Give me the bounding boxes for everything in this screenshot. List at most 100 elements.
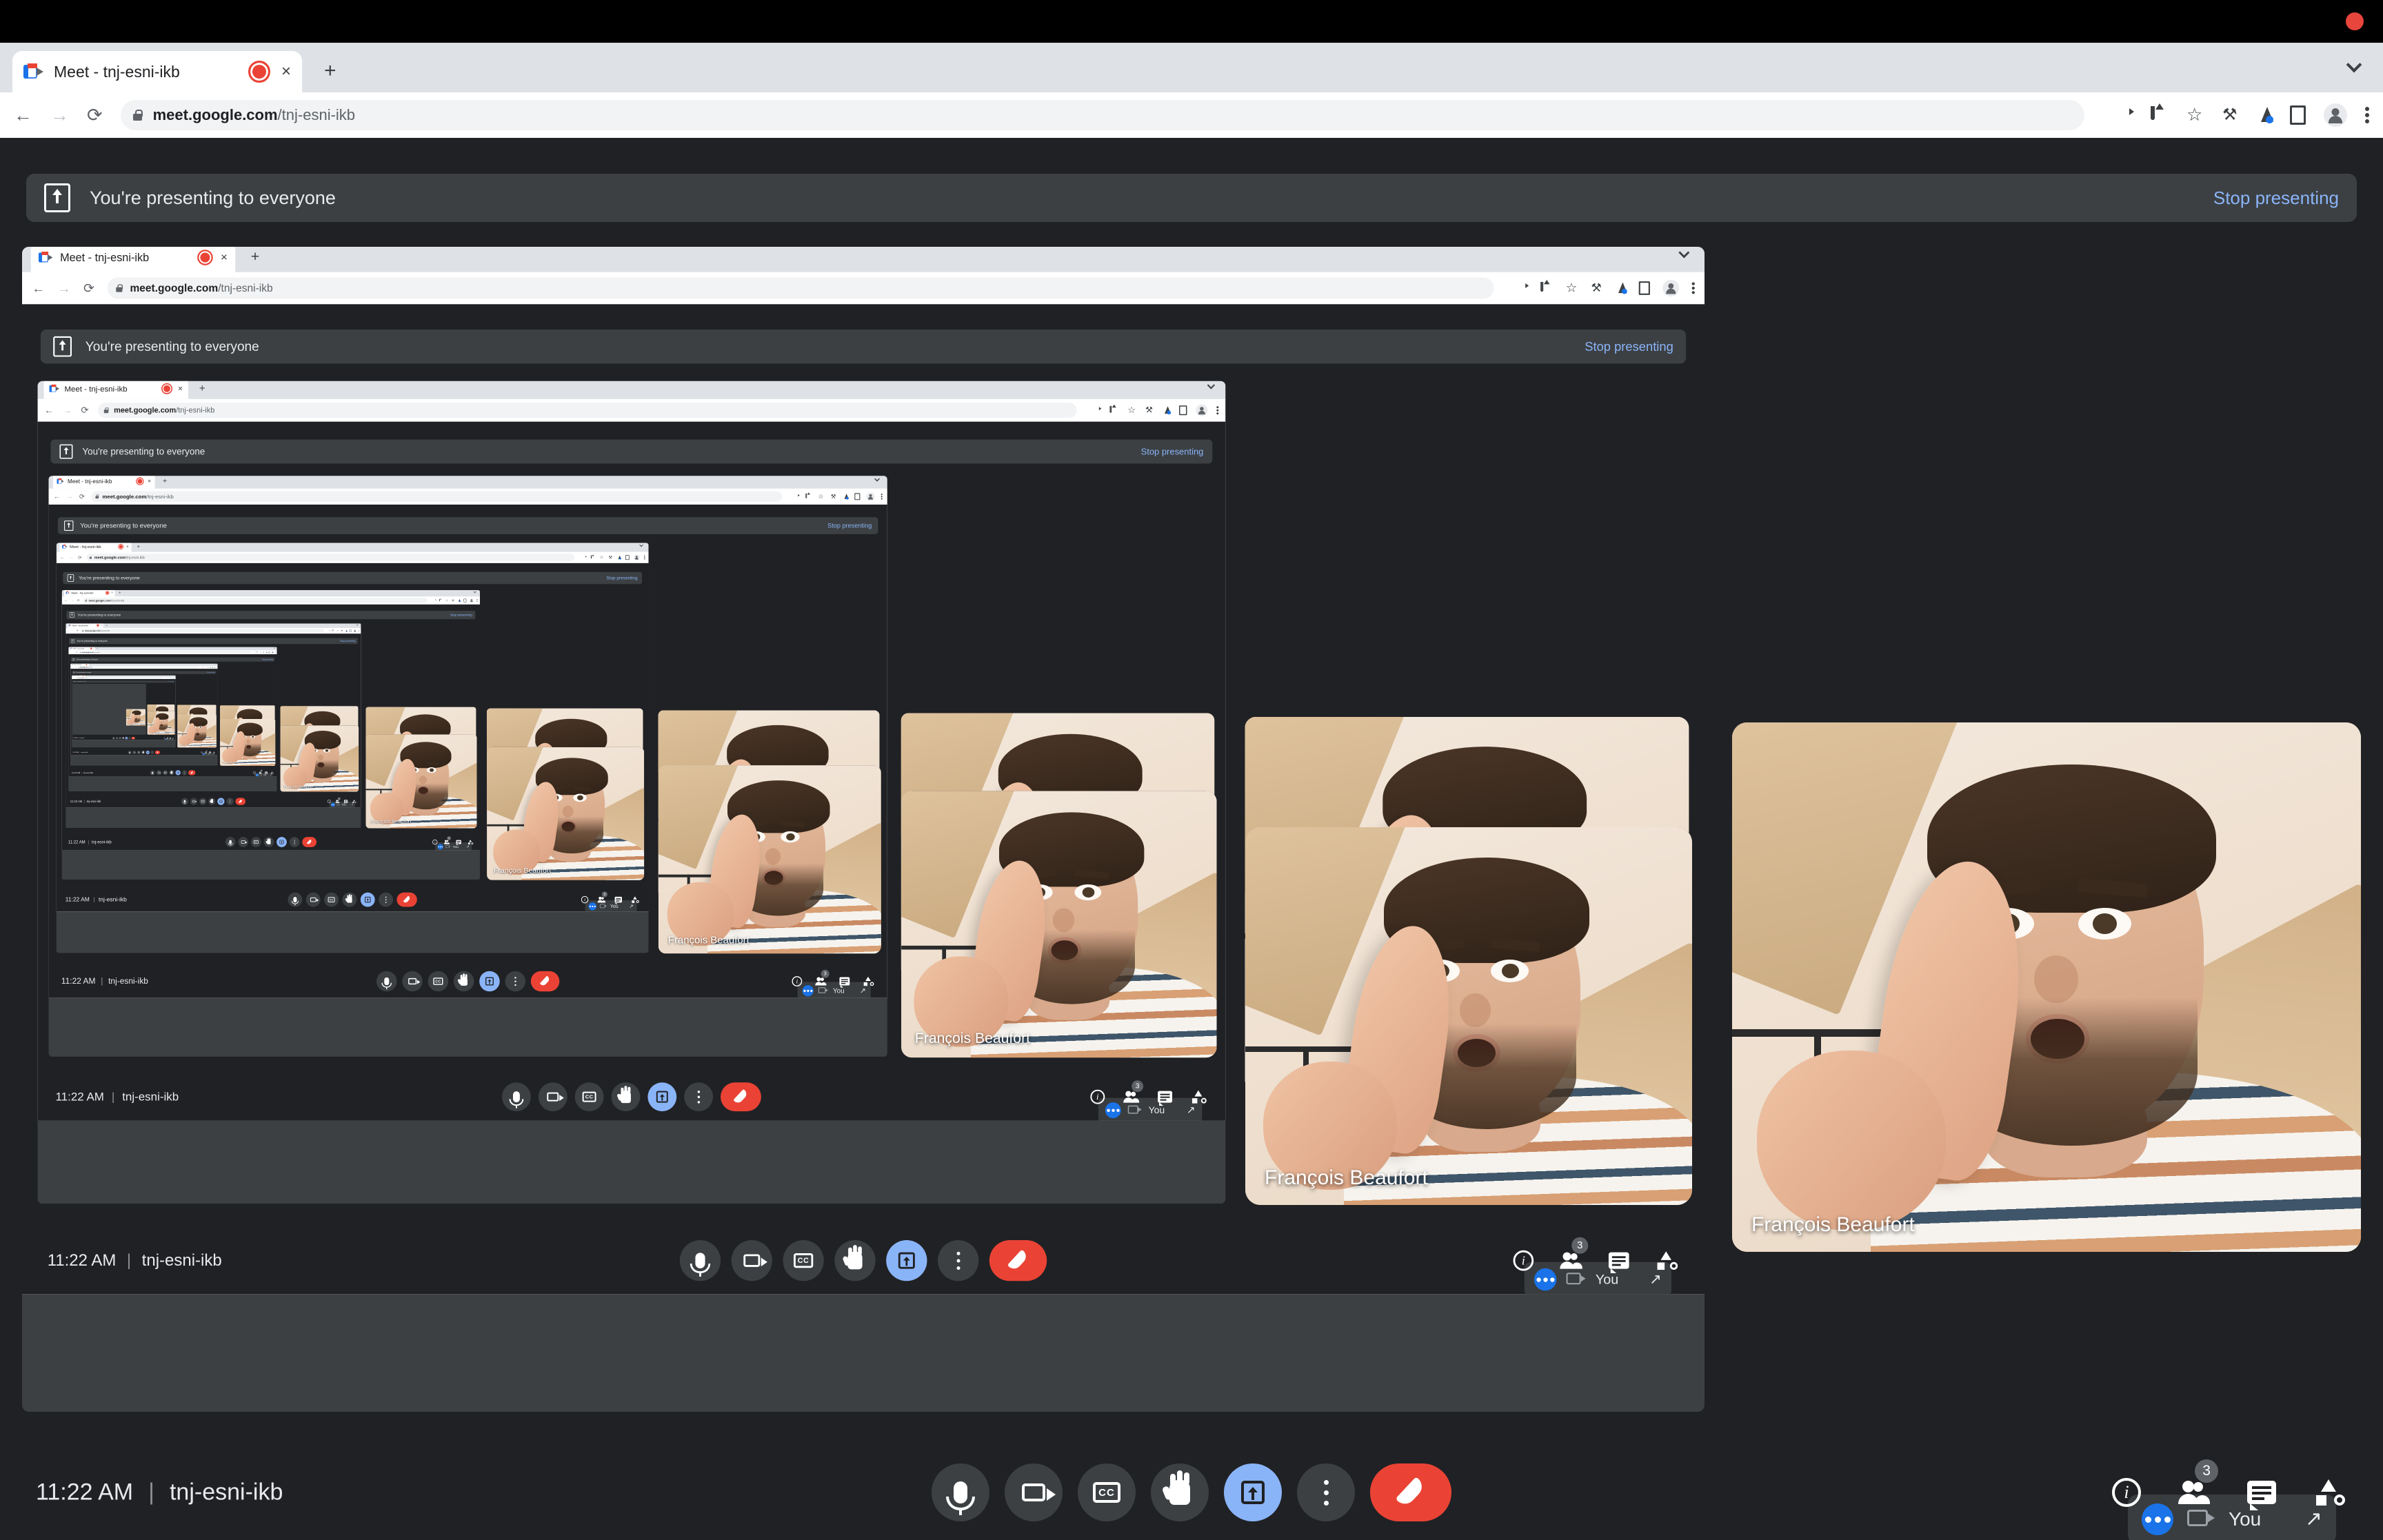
participant-tile[interactable]: François Beaufort (487, 747, 645, 880)
new-tab-button[interactable]: + (97, 647, 98, 649)
stop-presenting-button[interactable]: Stop presenting (168, 681, 174, 682)
back-button[interactable]: ← (45, 405, 54, 415)
side-panel-icon[interactable] (349, 629, 352, 632)
participant-tile[interactable]: François Beaufort (220, 719, 276, 766)
activities-button[interactable] (631, 895, 640, 904)
camera-button[interactable] (238, 837, 249, 847)
captions-button[interactable]: CC (783, 1239, 824, 1281)
back-button[interactable]: ← (54, 493, 61, 500)
chevron-down-icon[interactable] (874, 477, 881, 481)
profile-avatar-icon[interactable] (1662, 280, 1680, 297)
forward-button[interactable]: → (71, 599, 74, 602)
new-tab-button[interactable]: + (251, 250, 259, 264)
participants-button[interactable]: 3 (1558, 1237, 1589, 1273)
camera-button[interactable] (731, 1239, 772, 1281)
tab-recording-icon[interactable] (161, 383, 172, 394)
media-cast-icon[interactable] (328, 629, 330, 631)
browser-tab[interactable]: Meet - tnj-esni-ikb × (12, 51, 302, 92)
back-button[interactable]: ← (32, 281, 45, 294)
reload-button[interactable]: ⟳ (83, 281, 94, 294)
participants-button[interactable]: 3 (814, 969, 829, 987)
more-options-button[interactable] (150, 750, 154, 755)
camera-button[interactable] (1005, 1463, 1063, 1521)
present-now-button[interactable] (125, 736, 128, 740)
leave-call-button[interactable] (721, 1082, 761, 1112)
camera-button[interactable] (305, 892, 321, 907)
experiments-flask-icon[interactable] (266, 651, 268, 654)
raise-hand-button[interactable] (169, 770, 174, 776)
reload-button[interactable]: ⟳ (81, 405, 88, 415)
chrome-menu-icon[interactable] (2365, 106, 2369, 124)
leave-call-button[interactable] (235, 798, 246, 805)
participant-tile[interactable]: François Beaufort (1732, 722, 2361, 1252)
stop-presenting-button[interactable]: Stop presenting (450, 613, 472, 616)
captions-button[interactable]: CC (1078, 1463, 1136, 1521)
share-icon[interactable] (257, 651, 258, 653)
more-options-button[interactable] (505, 971, 526, 992)
meeting-details-button[interactable]: i (432, 839, 438, 845)
chevron-down-icon[interactable] (1679, 249, 1691, 256)
browser-tab[interactable]: Meet - tnj-esni-ikb × (63, 590, 115, 597)
microphone-button[interactable] (502, 1082, 531, 1112)
chevron-down-icon[interactable] (640, 544, 644, 547)
raise-hand-button[interactable] (141, 750, 145, 755)
more-options-button[interactable] (226, 798, 234, 805)
camera-button[interactable] (190, 798, 198, 805)
microphone-button[interactable] (128, 750, 132, 755)
tab-recording-icon[interactable] (90, 647, 92, 650)
participants-button[interactable]: 3 (205, 750, 208, 753)
bookmark-star-icon[interactable]: ☆ (818, 493, 824, 500)
chrome-menu-icon[interactable] (644, 555, 645, 560)
chrome-menu-icon[interactable] (275, 651, 276, 654)
extensions-puzzle-icon[interactable]: ⚒ (1145, 406, 1154, 415)
leave-call-button[interactable] (396, 892, 417, 907)
stop-presenting-button[interactable]: Stop presenting (1141, 446, 1204, 456)
new-tab-button[interactable]: + (90, 664, 91, 665)
stop-presenting-button[interactable]: Stop presenting (262, 658, 273, 660)
camera-button[interactable] (132, 750, 137, 755)
address-bar[interactable]: meet.google.com/tnj-esni-ikb (79, 651, 251, 654)
chrome-menu-icon[interactable] (1691, 282, 1695, 294)
forward-button[interactable]: → (63, 405, 72, 415)
experiments-flask-icon[interactable] (2258, 107, 2273, 123)
chrome-menu-icon[interactable] (1216, 406, 1219, 415)
experiments-flask-icon[interactable] (843, 494, 849, 500)
close-icon[interactable]: × (178, 385, 183, 393)
experiments-flask-icon[interactable] (345, 629, 348, 632)
share-icon[interactable] (2151, 106, 2169, 124)
participant-tile[interactable]: François Beaufort (365, 734, 477, 829)
close-icon[interactable]: × (93, 648, 94, 649)
close-icon[interactable]: × (281, 63, 291, 80)
raise-hand-button[interactable] (208, 798, 216, 805)
bookmark-star-icon[interactable]: ☆ (445, 599, 449, 602)
media-cast-icon[interactable] (1515, 282, 1527, 294)
forward-button[interactable]: → (69, 555, 74, 560)
captions-button[interactable]: CC (428, 971, 449, 992)
meeting-details-button[interactable]: i (581, 895, 590, 904)
browser-tab[interactable]: Meet - tnj-esni-ikb × (59, 543, 132, 552)
leave-call-button[interactable] (530, 971, 560, 992)
tab-recording-icon[interactable] (197, 250, 213, 265)
close-icon[interactable]: × (111, 591, 112, 594)
chevron-down-icon[interactable] (274, 647, 275, 648)
share-icon[interactable] (439, 598, 443, 602)
chevron-down-icon[interactable] (2347, 59, 2365, 70)
microphone-button[interactable] (679, 1239, 721, 1281)
participant-tile[interactable]: François Beaufort (280, 725, 359, 792)
side-panel-icon[interactable] (268, 651, 270, 654)
extensions-puzzle-icon[interactable]: ⚒ (208, 667, 209, 668)
more-options-button[interactable] (181, 770, 188, 776)
activities-button[interactable] (1654, 1248, 1680, 1273)
address-bar[interactable]: meet.google.com/tnj-esni-ikb (107, 277, 1494, 299)
raise-hand-button[interactable] (453, 971, 474, 992)
participants-button[interactable]: 3 (597, 891, 608, 904)
new-tab-button[interactable]: + (324, 61, 336, 81)
close-icon[interactable]: × (101, 625, 102, 627)
leave-call-button[interactable] (1370, 1463, 1451, 1521)
participant-tile[interactable]: François Beaufort (125, 709, 146, 726)
profile-avatar-icon[interactable] (866, 492, 875, 501)
side-panel-icon[interactable] (2290, 105, 2306, 125)
chevron-down-icon[interactable] (474, 591, 477, 593)
chat-button[interactable] (1156, 1088, 1174, 1106)
more-options-button[interactable] (684, 1082, 714, 1112)
